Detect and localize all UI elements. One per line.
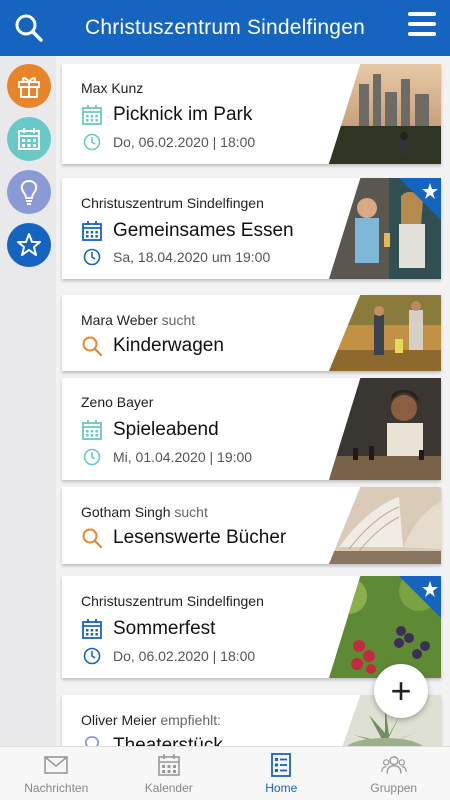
- clock-icon: [83, 448, 101, 466]
- card-author: Mara Weber sucht: [81, 312, 196, 328]
- filter-gift-button[interactable]: [7, 64, 51, 108]
- nav-item-home[interactable]: Home: [225, 747, 338, 800]
- card-date: Mi, 01.04.2020 | 19:00: [113, 449, 253, 465]
- star-icon: [17, 233, 41, 256]
- card-date: Sa, 18.04.2020 um 19:00: [113, 249, 271, 265]
- feed-card[interactable]: Zeno Bayer Spieleabend Mi, 01.04.2020 | …: [62, 378, 441, 480]
- filter-sidebar: [0, 56, 56, 746]
- calendar-icon: [82, 420, 102, 440]
- filter-calendar-button[interactable]: [7, 117, 51, 161]
- card-date: Do, 06.02.2020 | 18:00: [113, 648, 256, 664]
- filter-favorites-button[interactable]: [7, 223, 51, 267]
- nav-item-nachrichten[interactable]: Nachrichten: [0, 747, 113, 800]
- calendar-icon: [82, 619, 102, 639]
- nav-label: Home: [265, 781, 298, 795]
- mail-icon: [44, 756, 69, 774]
- card-title: Gemeinsames Essen: [113, 220, 294, 241]
- clock-icon: [83, 647, 101, 665]
- nav-item-kalender[interactable]: Kalender: [113, 747, 226, 800]
- card-title: Spieleabend: [113, 419, 219, 440]
- card-title: Lesenswerte Bücher: [113, 527, 287, 548]
- card-author: Oliver Meier empfiehlt:: [81, 712, 222, 728]
- bottom-navigation: Nachrichten Kalender Home Gruppen: [0, 746, 450, 800]
- card-title: Picknick im Park: [113, 104, 253, 125]
- group-icon: [381, 756, 407, 774]
- calendar-icon: [157, 754, 180, 776]
- feed-card[interactable]: Mara Weber sucht Kinderwagen: [62, 295, 441, 371]
- card-author: Christuszentrum Sindelfingen: [81, 593, 264, 609]
- card-date: Do, 06.02.2020 | 18:00: [113, 134, 256, 150]
- nav-item-gruppen[interactable]: Gruppen: [338, 747, 450, 800]
- add-button[interactable]: +: [374, 664, 428, 718]
- app-header: Christuszentrum Sindelfingen: [0, 0, 450, 56]
- menu-icon[interactable]: [408, 12, 436, 40]
- nav-label: Nachrichten: [24, 781, 89, 795]
- gift-icon: [18, 77, 40, 98]
- card-author: Max Kunz: [81, 80, 144, 96]
- page-title: Christuszentrum Sindelfingen: [85, 16, 365, 39]
- card-title: Sommerfest: [113, 618, 216, 639]
- calendar-icon: [18, 128, 40, 150]
- calendar-icon: [82, 105, 102, 125]
- home-list-icon: [271, 753, 292, 777]
- filter-idea-button[interactable]: [7, 170, 51, 214]
- card-photo: [329, 487, 441, 564]
- card-author: Gotham Singh sucht: [81, 504, 208, 520]
- card-author: Zeno Bayer: [81, 394, 154, 410]
- calendar-icon: [82, 221, 102, 241]
- lightbulb-icon: [20, 179, 38, 205]
- clock-icon: [83, 133, 101, 151]
- nav-label: Kalender: [144, 781, 193, 795]
- favorite-badge-icon: [399, 576, 441, 618]
- feed-card[interactable]: Max Kunz Picknick im Park Do, 06.02.2020…: [62, 64, 441, 164]
- feed-card[interactable]: Gotham Singh sucht Lesenswerte Bücher: [62, 487, 441, 564]
- card-photo: [329, 64, 441, 164]
- card-title: Kinderwagen: [113, 335, 224, 356]
- card-author: Christuszentrum Sindelfingen: [81, 195, 264, 211]
- favorite-badge-icon: [399, 178, 441, 220]
- search-icon: [82, 528, 103, 549]
- search-icon: [82, 336, 103, 357]
- feed-card[interactable]: Christuszentrum Sindelfingen Gemeinsames…: [62, 178, 441, 279]
- card-photo: [329, 295, 441, 371]
- feed-card[interactable]: Christuszentrum Sindelfingen Sommerfest …: [62, 576, 441, 678]
- card-photo: [329, 378, 441, 480]
- nav-label: Gruppen: [370, 781, 418, 795]
- clock-icon: [83, 248, 101, 266]
